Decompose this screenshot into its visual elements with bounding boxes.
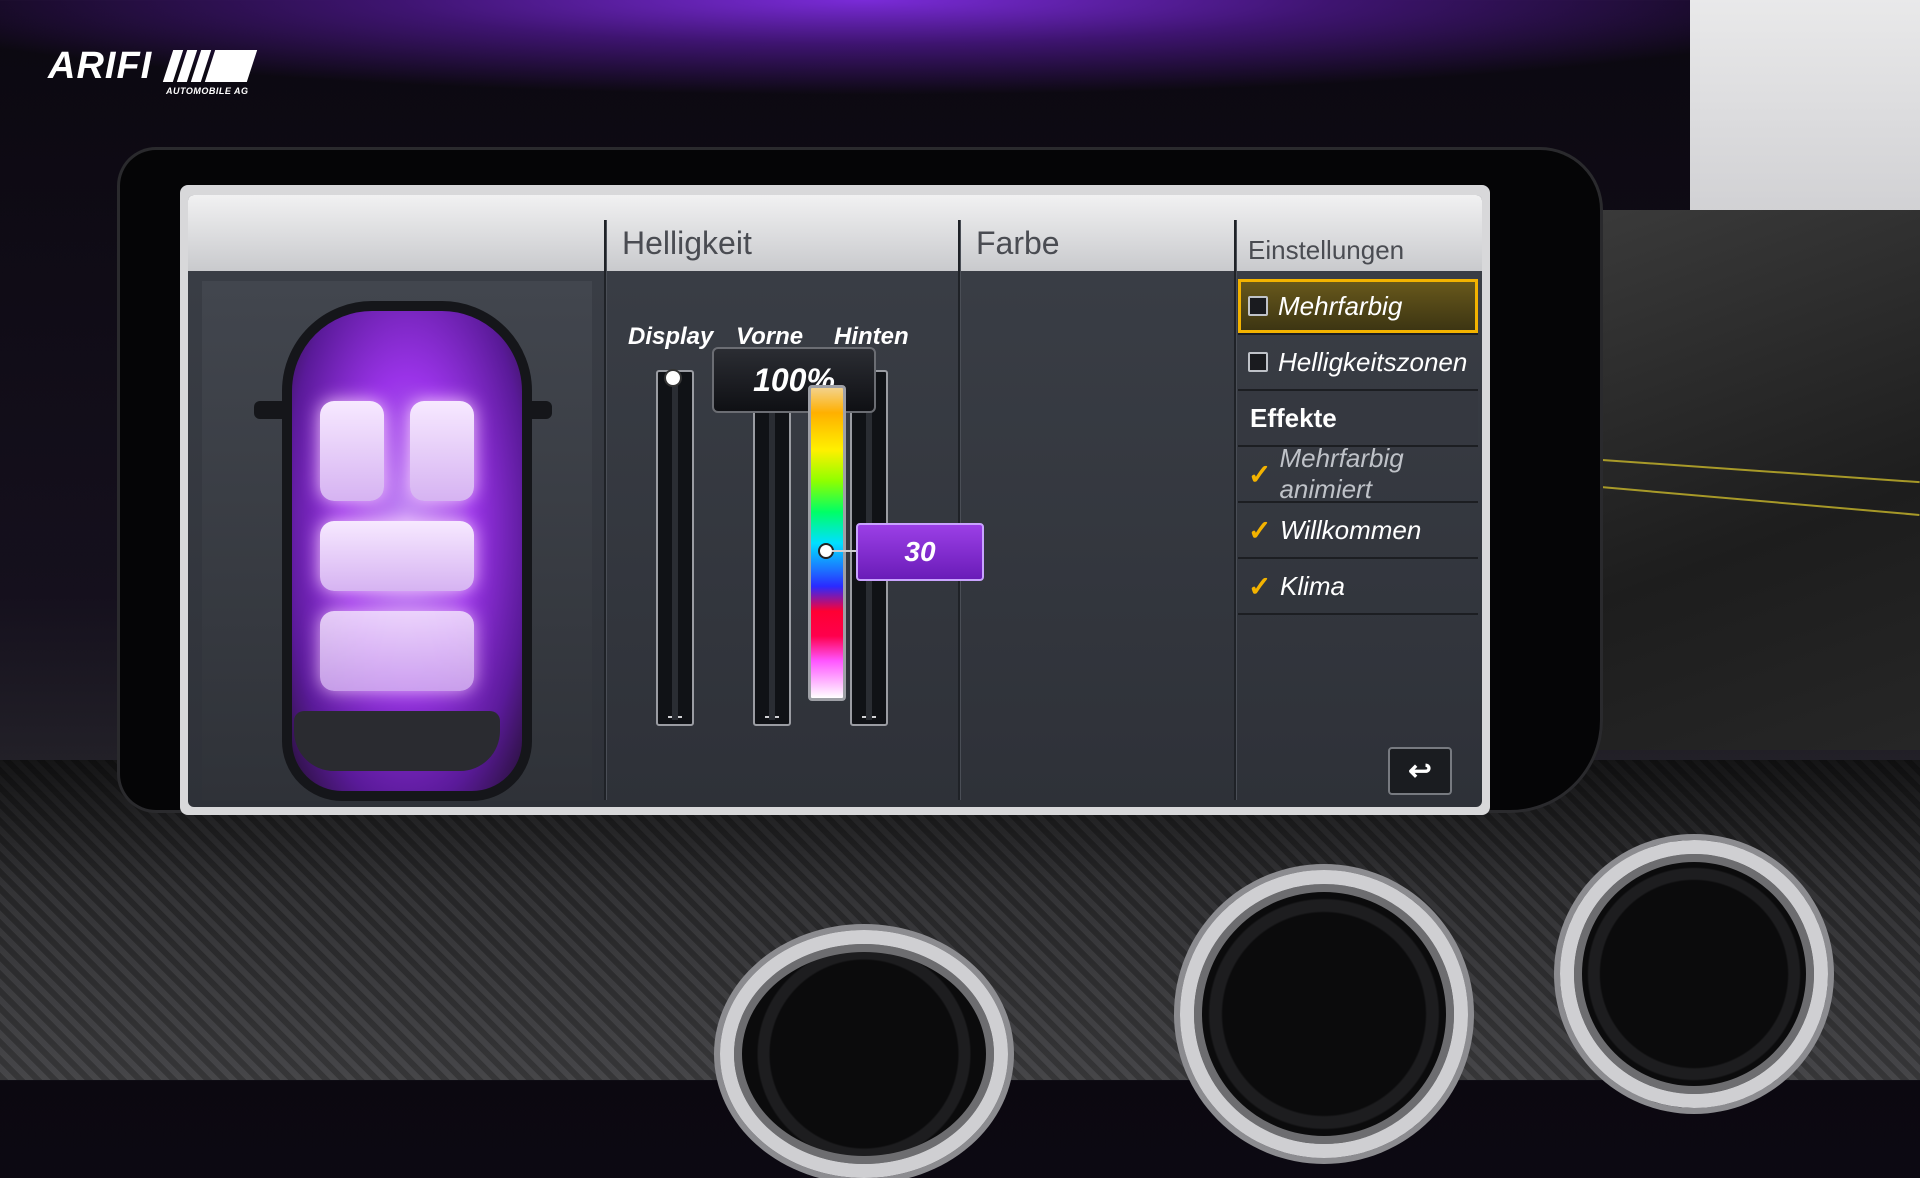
effect-welcome[interactable]: ✓ Willkommen xyxy=(1238,503,1478,559)
slider-knob-display[interactable] xyxy=(666,371,680,385)
logo-text: ARIFI xyxy=(48,45,153,87)
dashboard-leather-panel xyxy=(1590,210,1920,750)
back-arrow-icon: ↩ xyxy=(1408,755,1432,786)
dealer-logo: ARIFI AUTOMOBILE AG xyxy=(48,45,288,96)
effects-header: Effekte xyxy=(1238,391,1478,447)
slider-label-display: Display xyxy=(628,323,714,350)
brightness-slider-front[interactable] xyxy=(753,370,791,726)
settings-title: Einstellungen xyxy=(1248,235,1405,265)
seat-third-row xyxy=(320,611,474,691)
air-vent xyxy=(1180,870,1468,1158)
checkmark-icon: ✓ xyxy=(1248,570,1272,602)
seat-front-left xyxy=(320,401,384,501)
brightness-title: Helligkeit xyxy=(622,225,752,261)
color-value: 30 xyxy=(856,523,984,581)
settings-list: Mehrfarbig Helligkeitszonen Effekte ✓ Me… xyxy=(1238,279,1478,615)
back-button[interactable]: ↩ xyxy=(1388,747,1452,795)
setting-multicolor[interactable]: Mehrfarbig xyxy=(1238,279,1478,335)
brightness-value: 100% xyxy=(712,347,876,413)
checkbox-unchecked-icon xyxy=(1248,296,1268,316)
air-vent xyxy=(1560,840,1828,1108)
brightness-slider-display[interactable] xyxy=(656,370,694,726)
setting-brightness-zones[interactable]: Helligkeitszonen xyxy=(1238,335,1478,391)
checkmark-icon: ✓ xyxy=(1248,458,1272,490)
color-slider-knob[interactable] xyxy=(820,545,832,557)
checkbox-unchecked-icon xyxy=(1248,352,1268,372)
seat-front-right xyxy=(410,401,474,501)
logo-subtext: AUTOMOBILE AG xyxy=(166,86,249,96)
color-spectrum-slider[interactable] xyxy=(808,385,846,701)
background-wall xyxy=(1690,0,1920,230)
effect-multicolor-animated[interactable]: ✓ Mehrfarbig animiert xyxy=(1238,443,1478,504)
car-top-view xyxy=(202,281,592,801)
car-trunk xyxy=(294,711,500,771)
seat-rear-bench xyxy=(320,521,474,591)
ambient-lighting-screen: Helligkeit Farbe Einstellungen Display V… xyxy=(188,195,1482,807)
checkmark-icon: ✓ xyxy=(1248,514,1272,546)
color-title: Farbe xyxy=(976,225,1060,261)
air-vent xyxy=(720,930,1008,1178)
effect-climate[interactable]: ✓ Klima xyxy=(1238,559,1478,615)
